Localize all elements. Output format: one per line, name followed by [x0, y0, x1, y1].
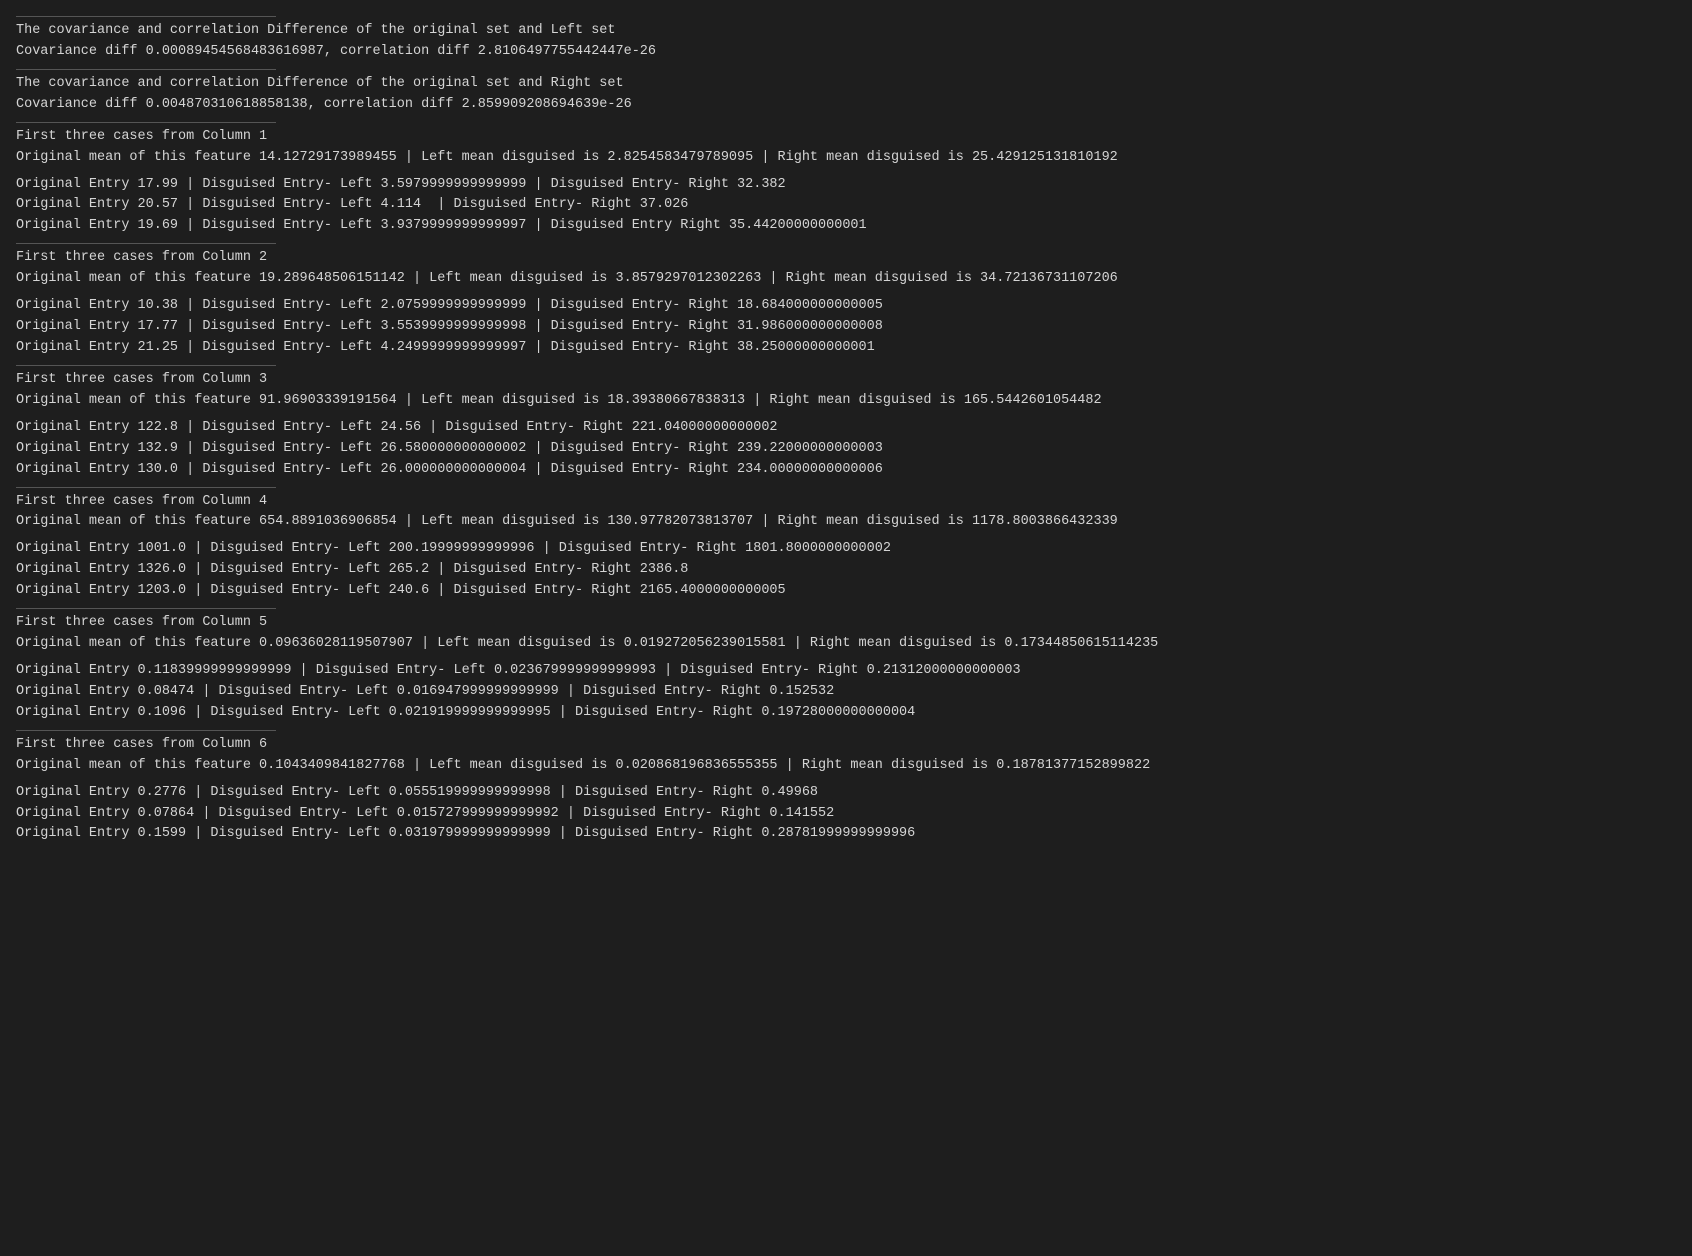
- output-line: Original mean of this feature 14.1272917…: [16, 148, 1676, 169]
- output-line: First three cases from Column 2: [16, 248, 1676, 269]
- section-divider: [16, 69, 276, 70]
- output-line: Original Entry 21.25 | Disguised Entry- …: [16, 338, 1676, 359]
- output-line: Original Entry 0.08474 | Disguised Entry…: [16, 682, 1676, 703]
- output-line: Original mean of this feature 0.10434098…: [16, 756, 1676, 777]
- output-line: First three cases from Column 3: [16, 370, 1676, 391]
- section-divider: [16, 243, 276, 244]
- output-line: Original Entry 0.2776 | Disguised Entry-…: [16, 783, 1676, 804]
- output-line: First three cases from Column 6: [16, 735, 1676, 756]
- section-divider: [16, 730, 276, 731]
- output-line: Original mean of this feature 654.889103…: [16, 512, 1676, 533]
- output-line: Original mean of this feature 91.9690333…: [16, 391, 1676, 412]
- output-line: Original Entry 1203.0 | Disguised Entry-…: [16, 581, 1676, 602]
- output-line: Original Entry 130.0 | Disguised Entry- …: [16, 460, 1676, 481]
- output-line: Original mean of this feature 19.2896485…: [16, 269, 1676, 290]
- output-line: The covariance and correlation Differenc…: [16, 74, 1676, 95]
- output-line: Covariance diff 0.004870310618858138, co…: [16, 95, 1676, 116]
- output-line: First three cases from Column 1: [16, 127, 1676, 148]
- output-line: Original Entry 1001.0 | Disguised Entry-…: [16, 539, 1676, 560]
- output-line: Original mean of this feature 0.09636028…: [16, 634, 1676, 655]
- section-divider: [16, 122, 276, 123]
- output-line: Original Entry 17.77 | Disguised Entry- …: [16, 317, 1676, 338]
- section-divider: [16, 365, 276, 366]
- output-line: Original Entry 0.1599 | Disguised Entry-…: [16, 824, 1676, 845]
- output-line: Original Entry 0.11839999999999999 | Dis…: [16, 661, 1676, 682]
- output-line: Original Entry 17.99 | Disguised Entry- …: [16, 175, 1676, 196]
- output-line: The covariance and correlation Differenc…: [16, 21, 1676, 42]
- section-divider: [16, 16, 276, 17]
- output-line: Original Entry 132.9 | Disguised Entry- …: [16, 439, 1676, 460]
- output-line: Original Entry 122.8 | Disguised Entry- …: [16, 418, 1676, 439]
- section-divider: [16, 608, 276, 609]
- output-line: Original Entry 0.07864 | Disguised Entry…: [16, 804, 1676, 825]
- terminal-output: The covariance and correlation Differenc…: [16, 16, 1676, 845]
- output-line: Covariance diff 0.00089454568483616987, …: [16, 42, 1676, 63]
- output-line: Original Entry 0.1096 | Disguised Entry-…: [16, 703, 1676, 724]
- section-divider: [16, 487, 276, 488]
- output-line: Original Entry 20.57 | Disguised Entry- …: [16, 195, 1676, 216]
- output-line: Original Entry 19.69 | Disguised Entry- …: [16, 216, 1676, 237]
- output-line: Original Entry 10.38 | Disguised Entry- …: [16, 296, 1676, 317]
- output-line: Original Entry 1326.0 | Disguised Entry-…: [16, 560, 1676, 581]
- output-line: First three cases from Column 5: [16, 613, 1676, 634]
- output-line: First three cases from Column 4: [16, 492, 1676, 513]
